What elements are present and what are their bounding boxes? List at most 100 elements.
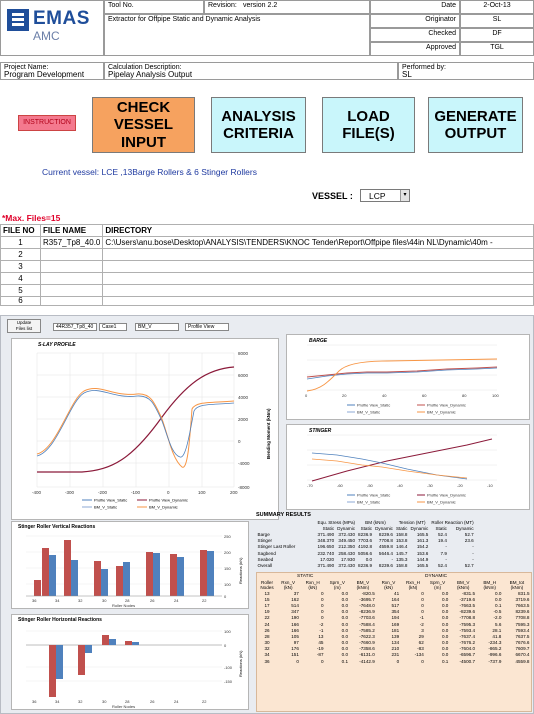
cell-dir[interactable] [102, 284, 534, 297]
y-tick: 200 [224, 550, 231, 555]
barge-plot: 0 20 40 60 80 100 Profile View_Static Profi… [305, 344, 499, 415]
summary-sub: Static [395, 525, 408, 531]
summary-cell: 158.8 [395, 531, 408, 537]
x-tick: -400 [32, 490, 42, 495]
legend-bm-static: BM_V_Static [357, 410, 380, 415]
cell-no: 1 [0, 236, 41, 249]
cell-dir[interactable] [102, 248, 534, 261]
summary-cell: 371.490 [317, 531, 335, 537]
x-tick: 24 [174, 699, 179, 704]
x-tick: -60 [337, 483, 344, 488]
chevron-down-icon[interactable]: ▾ [400, 190, 409, 201]
checked-value: DF [460, 28, 534, 42]
cell-no: 2 [0, 248, 41, 261]
static-group-label: STATIC [297, 574, 314, 579]
table-row[interactable]: 6 [0, 296, 534, 306]
bar-dynamic [125, 641, 132, 645]
x-tick: 0 [305, 393, 308, 398]
calc-cell: Calculation Description: Pipelay Analysi… [104, 62, 398, 80]
x-tick: 100 [198, 490, 206, 495]
bar-dynamic [116, 566, 123, 596]
date-value: 2-Oct-13 [460, 0, 534, 14]
summary-cell: Overall [257, 562, 273, 568]
load-files-button[interactable]: LOAD FILE(S) [322, 97, 415, 153]
table-row[interactable]: 5 [0, 284, 534, 297]
summary-cell: 158.8 [395, 562, 408, 568]
bar-dynamic [49, 645, 56, 697]
barge-title: BARGE [309, 338, 328, 344]
instruction-button[interactable]: INSTRUCTION [18, 115, 76, 131]
cell-name[interactable] [39, 248, 104, 261]
horiz-title: Stinger Roller Horizontal Reactions [18, 617, 102, 623]
legend-bm-static: BM_V_Static [357, 500, 380, 505]
y-tick: -150 [224, 679, 233, 684]
reactions-cell: 4559.8 [515, 658, 530, 664]
cell-dir[interactable]: C:\Users\anu.bose\Desktop\ANALYSIS\TENDE… [102, 236, 534, 249]
update-files-button[interactable]: Update Files list [7, 319, 41, 333]
legend-profile-static: Profile View_Static [357, 493, 390, 498]
cell-name[interactable] [39, 272, 104, 285]
table-row[interactable]: 3 [0, 260, 534, 273]
table-row[interactable]: 2 [0, 248, 534, 261]
cell-dir[interactable] [102, 260, 534, 273]
barge-chart: BARGE 0 20 40 60 80 100 Profile View_Static… [286, 334, 530, 420]
x-tick: 0 [167, 490, 170, 495]
analysis-line2: CRITERIA [223, 125, 294, 142]
cell-name[interactable] [39, 260, 104, 273]
project-cell: Project Name: Program Development [0, 62, 104, 80]
bar-dynamic [102, 635, 109, 645]
y-tick: 4000 [238, 395, 249, 400]
dashboard-panel: Update Files list 44R357_Tp8_40 Case1 BM… [0, 315, 534, 714]
legend-bm-dynamic: BM_V_Dynamic [149, 505, 178, 510]
reactions-cell: 0 [421, 658, 424, 664]
x-tick: 36 [32, 598, 37, 603]
file-table: FILE NO FILE NAME DIRECTORY 1 R357_Tp8_40… [0, 224, 534, 306]
cell-dir[interactable] [102, 272, 534, 285]
reactions-header: BM_V (kNm) [456, 580, 470, 590]
vessel-select-value: LCP [369, 191, 386, 201]
file-combo[interactable]: 44R357_Tp8_40 [53, 323, 97, 331]
cell-name[interactable] [39, 284, 104, 297]
reactions-header: Sprn_V (m) [329, 580, 345, 590]
variable-combo[interactable]: BM_V [135, 323, 179, 331]
bar-dynamic [200, 550, 207, 596]
cell-name[interactable] [39, 296, 104, 306]
x-tick: -10 [487, 483, 494, 488]
check-vessel-button[interactable]: CHECK VESSEL INPUT [92, 97, 195, 153]
y-tick: 2000 [238, 417, 249, 422]
horizontal-reactions-chart: Stinger Roller Horizontal Reactions 36 34… [11, 614, 249, 710]
bar-dynamic [94, 561, 101, 596]
reactions-cell: -4142.9 [359, 658, 375, 664]
bar-static [101, 569, 108, 596]
summary-cell: 232.740 [317, 550, 335, 556]
y-tick: 150 [224, 566, 231, 571]
cell-name[interactable]: R357_Tp8_40.0 [39, 236, 104, 249]
summary-cell: 371.490 [317, 562, 335, 568]
summary-cell: 349.450 [338, 538, 356, 544]
bar-static [123, 562, 130, 596]
horiz-xlabel: Roller Nodes [112, 704, 135, 709]
view-combo[interactable]: Profile View [185, 323, 229, 331]
y-tick: 100 [224, 582, 231, 587]
reactions-cell: 0 [396, 658, 400, 664]
horiz-bars [49, 635, 139, 697]
vessel-select[interactable]: LCP ▾ [360, 189, 410, 202]
checked-label: Checked [370, 28, 460, 42]
x-tick: -20 [457, 483, 464, 488]
analysis-criteria-button[interactable]: ANALYSIS CRITERIA [211, 97, 306, 153]
summary-cell: 372.430 [338, 562, 356, 568]
generate-line2: OUTPUT [444, 125, 507, 142]
y-tick: 6000 [238, 373, 249, 378]
generate-output-button[interactable]: GENERATE OUTPUT [428, 97, 523, 153]
summary-cell: 165.5 [416, 562, 429, 568]
cell-dir[interactable] [102, 296, 534, 306]
case-combo[interactable]: Case1 [99, 323, 127, 331]
summary-sub: Dynamic [375, 525, 393, 531]
dynamic-group-label: DYNAMIC [425, 574, 448, 579]
reactions-header: Rxn_V (kN) [281, 580, 296, 590]
table-row[interactable]: 1 R357_Tp8_40.0 C:\Users\anu.bose\Desktop\… [0, 236, 534, 249]
table-row[interactable]: 4 [0, 272, 534, 285]
x-tick: 30 [102, 699, 107, 704]
bar-static [177, 557, 184, 596]
x-tick: 32 [78, 699, 83, 704]
